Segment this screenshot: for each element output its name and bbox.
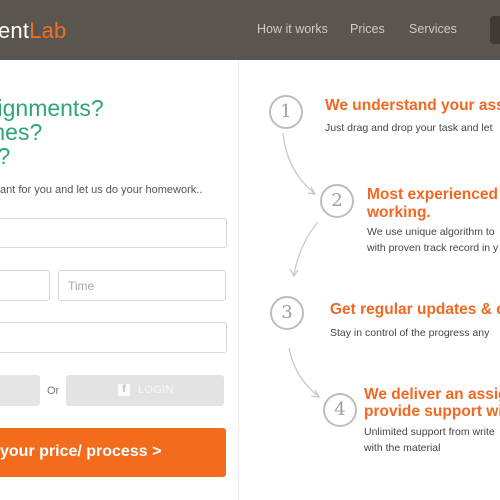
step-4-title-line-2: provide support wi <box>364 403 500 420</box>
step-4-desc-line-1: Unlimited support from write <box>364 426 495 438</box>
step-number-2: 2 <box>320 184 354 218</box>
step-2-desc-line-1: We use unique algorithm to <box>367 226 495 238</box>
step-number-1: 1 <box>269 95 303 129</box>
step-1-title: We understand your ass <box>325 97 500 114</box>
arrow-3-to-4 <box>288 347 319 397</box>
arrow-1-to-2 <box>282 132 315 194</box>
step-3-desc: Stay in control of the progress any <box>330 327 490 339</box>
step-3-title: Get regular updates & d <box>330 301 500 318</box>
step-1-desc: Just drag and drop your task and let <box>325 122 493 134</box>
step-4-desc-line-2: with the material <box>364 442 441 454</box>
step-2-title-line-2: working. <box>367 204 431 221</box>
step-number-3: 3 <box>270 296 304 330</box>
arrow-2-to-3 <box>293 221 319 276</box>
step-4-title-line-1: We deliver an assig <box>364 386 500 403</box>
step-2-title-line-1: Most experienced <box>367 186 498 203</box>
step-2-desc-line-2: with proven track record in y <box>367 242 499 254</box>
step-number-4: 4 <box>323 393 357 427</box>
